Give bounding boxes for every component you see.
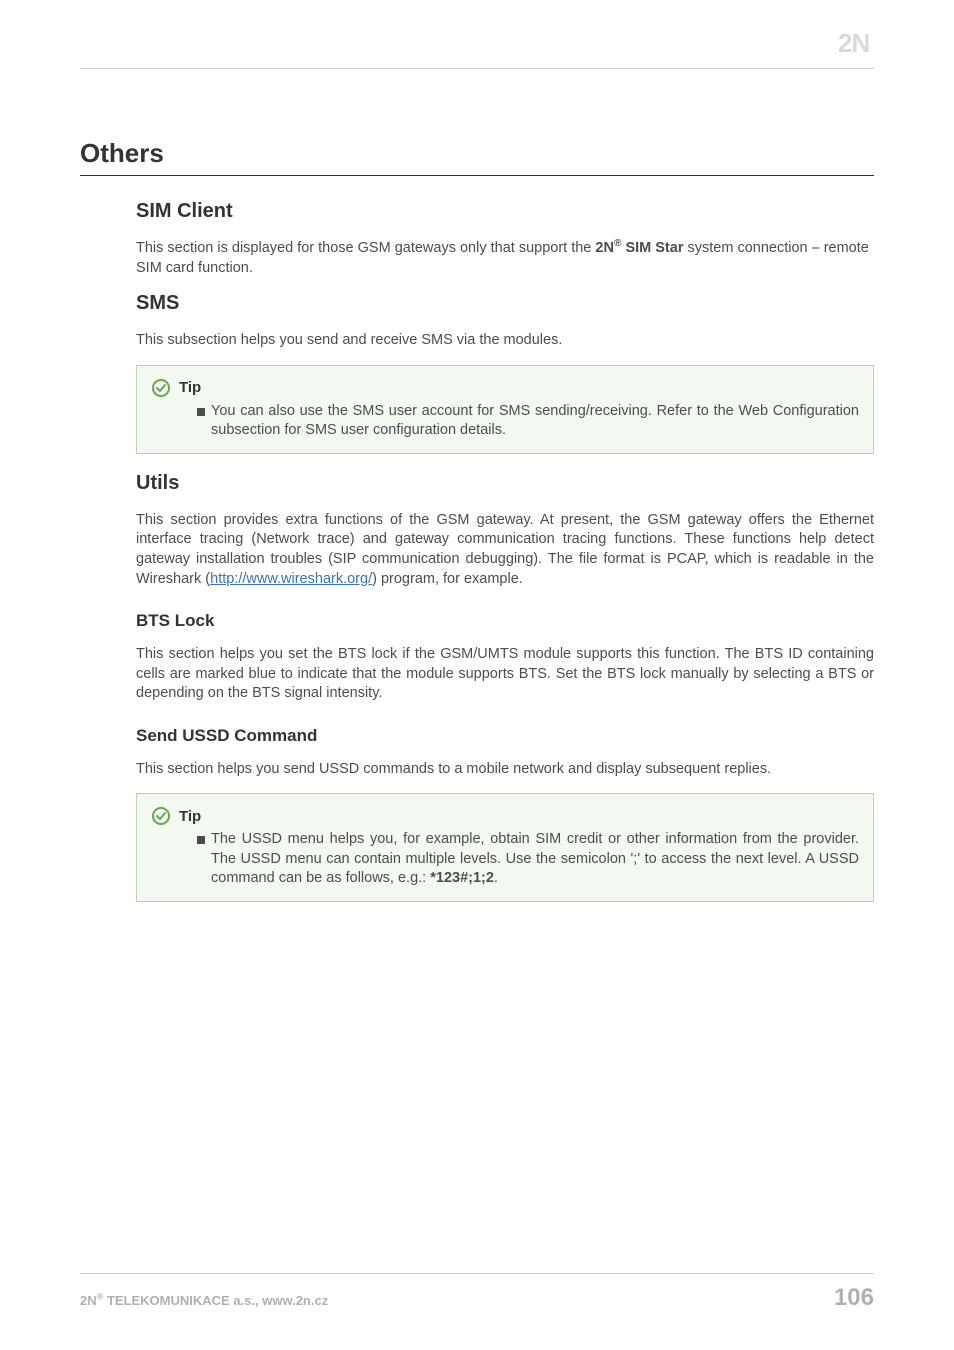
tip-text: The USSD menu helps you, for example, ob… <box>211 830 859 889</box>
footer-company: 2N® TELEKOMUNIKACE a.s., www.2n.cz <box>80 1293 328 1308</box>
tip-box-ussd: Tip The USSD menu helps you, for example… <box>136 793 874 902</box>
paragraph-sms: This subsection helps you send and recei… <box>136 331 874 351</box>
brand-logo: 2N <box>838 28 884 63</box>
page-title: Others <box>80 138 874 176</box>
heading-sim-client: SIM Client <box>136 200 874 223</box>
check-circle-icon <box>151 806 171 826</box>
heading-sms: SMS <box>136 292 874 315</box>
paragraph-bts-lock: This section helps you set the BTS lock … <box>136 645 874 704</box>
tip-text: You can also use the SMS user account fo… <box>211 402 859 441</box>
paragraph-utils: This section provides extra functions of… <box>136 511 874 589</box>
link-wireshark[interactable]: http://www.wireshark.org/ <box>210 571 372 587</box>
page-number: 106 <box>834 1284 874 1312</box>
paragraph-sim-client: This section is displayed for those GSM … <box>136 239 874 278</box>
check-circle-icon <box>151 378 171 398</box>
bullet-icon <box>197 408 205 416</box>
tip-title: Tip <box>179 379 201 396</box>
heading-utils: Utils <box>136 472 874 495</box>
bullet-icon <box>197 836 205 844</box>
heading-bts-lock: BTS Lock <box>136 611 874 631</box>
tip-box-sms: Tip You can also use the SMS user accoun… <box>136 365 874 454</box>
heading-send-ussd: Send USSD Command <box>136 726 874 746</box>
tip-title: Tip <box>179 808 201 825</box>
paragraph-send-ussd: This section helps you send USSD command… <box>136 760 874 780</box>
header-divider <box>80 68 874 69</box>
page-footer: 2N® TELEKOMUNIKACE a.s., www.2n.cz 106 <box>80 1273 874 1312</box>
brand-logo-text: 2N <box>838 28 869 58</box>
